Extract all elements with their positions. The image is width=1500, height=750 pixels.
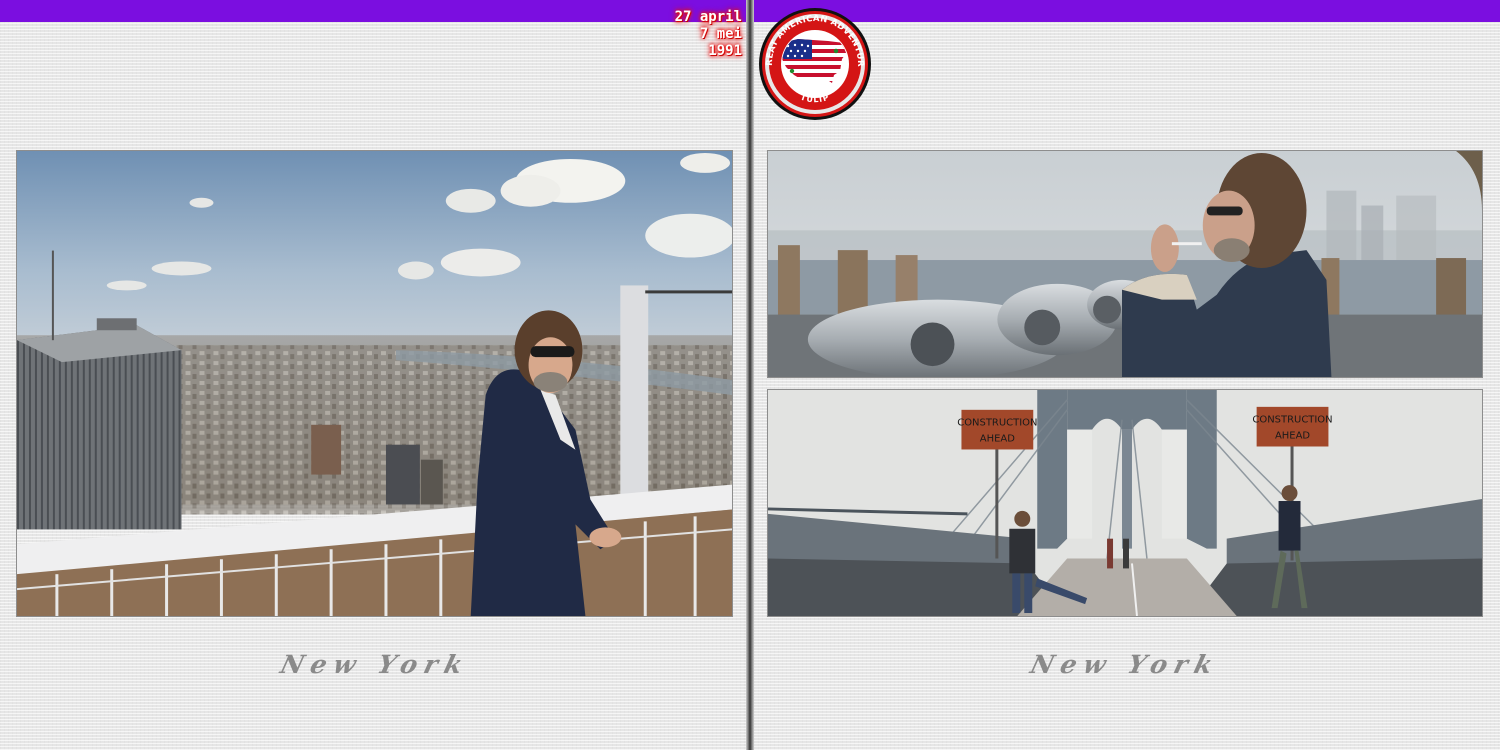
sign-left-line-1: CONSTRUCTION (957, 418, 1037, 429)
brooklyn-bridge-photo: CONSTRUCTION AHEAD CONSTRUCTION AHEAD (768, 390, 1482, 616)
date-line-1: 27 april (674, 9, 742, 25)
adventure-badge: GREAT AMERICAN ADVENTURE TULIP (754, 0, 872, 121)
sign-left-line-2: AHEAD (980, 434, 1015, 445)
photo-brooklyn-bridge: CONSTRUCTION AHEAD CONSTRUCTION AHEAD (767, 389, 1483, 617)
date-line-2: 7 mei (699, 26, 742, 42)
sign-right-line-1: CONSTRUCTION (1252, 415, 1332, 426)
caption-right: New York (1027, 650, 1223, 679)
album-spine (746, 0, 754, 750)
photo-observation-deck (16, 150, 733, 617)
date-line-3: 1991 (708, 43, 742, 59)
binoculars-photo (768, 151, 1482, 377)
photo-binoculars (767, 150, 1483, 378)
caption-left: New York (277, 650, 473, 679)
observation-deck-photo (17, 151, 732, 616)
date-stamp: 27 april 7 mei 1991 (675, 9, 742, 60)
top-bar-left (0, 0, 748, 22)
sign-right-line-2: AHEAD (1275, 431, 1310, 442)
